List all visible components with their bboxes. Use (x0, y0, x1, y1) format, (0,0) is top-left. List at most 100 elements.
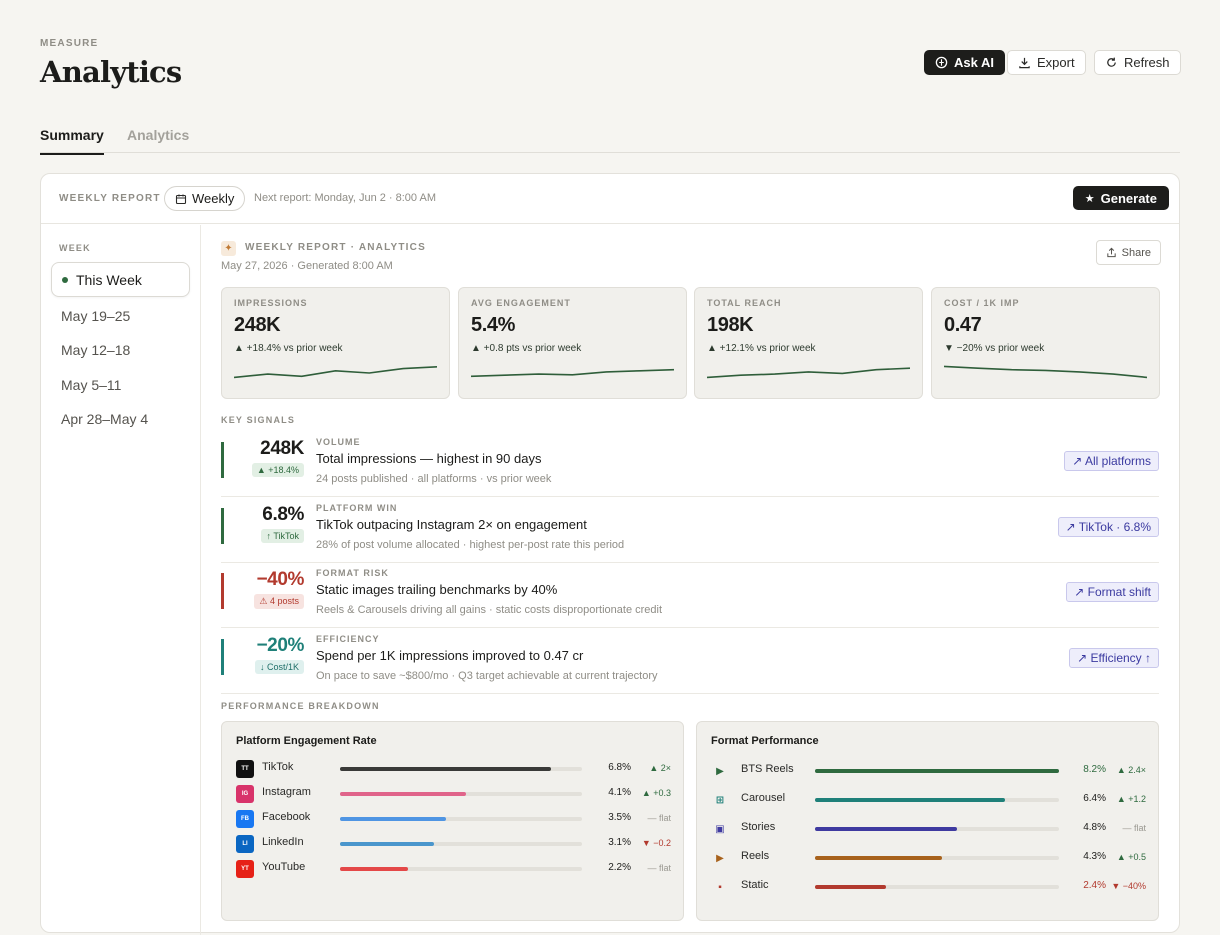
page-title: Analytics (40, 55, 182, 89)
format-performance-panel: Format Performance ▶ BTS Reels 8.2% ▲ 2.4× ⊞… (696, 721, 1159, 921)
weekly-report-card: WEEKLY REPORT Weekly Next report: Monday… (40, 173, 1180, 935)
platform-name: Instagram (262, 786, 311, 798)
share-button[interactable]: Share (1095, 240, 1161, 265)
format-bar (815, 885, 886, 889)
tab-analytics[interactable]: Analytics (127, 127, 189, 153)
kpi-label: TOTAL REACH (707, 298, 782, 308)
kpi-impressions: IMPRESSIONS 248K ▲ +18.4% vs prior week (221, 287, 450, 399)
platform-bar (340, 767, 551, 771)
kpi-cost-per-1k: COST / 1K IMP 0.47 ▼ −20% vs prior week (931, 287, 1160, 399)
format-bar-track (815, 885, 1059, 889)
format-bar (815, 769, 1059, 773)
generate-button[interactable]: ★ Generate (1072, 186, 1169, 210)
refresh-button[interactable]: Refresh (1094, 50, 1181, 75)
platform-bar-track (340, 767, 582, 771)
signal-accent-bar (221, 442, 224, 478)
kpi-sparkline (944, 365, 1147, 379)
report-date: May 27, 2026 · Generated 8:00 AM (221, 260, 393, 272)
week-label: Apr 28–May 4 (61, 410, 149, 427)
sparkline-line (234, 366, 437, 379)
signal-action-button[interactable]: ↗ Format shift (1066, 582, 1159, 602)
kpi-sparkline (707, 367, 910, 379)
signal-action-button[interactable]: ↗ Efficiency ↑ (1069, 647, 1159, 668)
week-item[interactable]: Apr 28–May 4 (51, 401, 190, 436)
next-report-text: Next report: Monday, Jun 2 · 8:00 AM (254, 192, 436, 204)
signal-row: −20% ↓ Cost/1K EFFICIENCY Spend per 1K impr… (221, 629, 1159, 694)
kpi-value: 0.47 (944, 314, 982, 336)
kpi-delta: ▼ −20% vs prior week (944, 343, 1045, 354)
report-toolbar: WEEKLY REPORT Weekly Next report: Monday… (41, 174, 1179, 224)
export-button[interactable]: Export (1007, 50, 1086, 75)
platform-row: FB Facebook 3.5% — flat (236, 808, 671, 830)
platform-bar (340, 867, 408, 871)
panel-title: Format Performance (711, 735, 819, 747)
format-icon: ▶ (716, 765, 724, 777)
platform-name: Facebook (262, 811, 311, 823)
kpi-sparkline (234, 366, 437, 379)
frequency-select[interactable]: Weekly (164, 186, 246, 211)
platform-name: YouTube (262, 861, 306, 873)
format-delta: ▲ +0.5 (1116, 852, 1146, 862)
platform-value: 3.5% (608, 812, 631, 823)
week-item[interactable]: May 12–18 (51, 332, 190, 367)
signal-accent-bar (221, 507, 224, 544)
sparkline-line (944, 365, 1147, 379)
week-item[interactable]: May 19–25 (51, 298, 190, 333)
platform-bar-track (340, 867, 582, 871)
format-name: BTS Reels (741, 763, 794, 775)
kpi-label: AVG ENGAGEMENT (471, 298, 571, 308)
signal-action-button[interactable]: ↗ All platforms (1064, 451, 1159, 471)
platform-value: 6.8% (608, 762, 631, 773)
format-icon: ⊞ (715, 794, 725, 806)
page-eyebrow: MEASURE (40, 38, 99, 49)
download-icon (1019, 57, 1030, 69)
format-name: Reels (741, 850, 770, 862)
week-item[interactable]: May 5–11 (51, 367, 190, 402)
key-signals-heading: KEY SIGNALS (221, 415, 296, 425)
share-label: Share (1121, 246, 1151, 259)
platform-value: 4.1% (608, 787, 631, 798)
platform-logo-icon: FB (236, 810, 254, 828)
format-name: Stories (741, 821, 776, 833)
ask-ai-button[interactable]: Ask AI (924, 50, 1005, 75)
platform-delta: ▼ −0.2 (641, 838, 671, 848)
signal-value: −40% (256, 569, 304, 590)
signal-row: −40% ⚠ 4 posts FORMAT RISK Static images tr… (221, 563, 1159, 628)
format-value: 4.3% (1083, 851, 1106, 862)
platform-bar (340, 817, 447, 821)
breakdown-heading: PERFORMANCE BREAKDOWN (221, 701, 380, 711)
week-label: This Week (76, 271, 142, 288)
platform-bar (340, 792, 466, 796)
platform-logo-icon: LI (236, 835, 254, 853)
week-sidebar: WEEK This Week May 19–25 May 12–18 May 5… (41, 225, 201, 935)
platform-bar-track (340, 792, 582, 796)
format-bar-track (815, 856, 1059, 860)
format-delta: ▲ +1.2 (1116, 794, 1146, 804)
platform-delta: ▲ 2× (649, 763, 671, 773)
report-bar-label: WEEKLY REPORT (59, 193, 161, 204)
kpi-label: COST / 1K IMP (944, 298, 1020, 308)
kpi-delta: ▲ +12.1% vs prior week (707, 343, 816, 354)
ask-ai-label: Ask AI (954, 55, 994, 70)
kpi-value: 5.4% (471, 314, 515, 336)
week-item-this-week[interactable]: This Week (51, 262, 190, 297)
tab-summary[interactable]: Summary (40, 127, 104, 155)
signal-accent-bar (221, 638, 224, 675)
kpi-sparkline (471, 368, 674, 378)
platform-row: TT TikTok 6.8% ▲ 2× (236, 758, 671, 780)
sparkline-line (707, 367, 910, 379)
week-heading: WEEK (59, 243, 91, 253)
format-icon: ▶ (716, 852, 724, 864)
platform-delta: — flat (647, 813, 671, 823)
signal-headline: Total impressions — highest in 90 days (316, 451, 542, 466)
signal-badge: ↑ TikTok (261, 528, 304, 543)
format-value: 4.8% (1083, 822, 1106, 833)
signal-action-button[interactable]: ↗ TikTok · 6.8% (1057, 516, 1159, 537)
signal-detail: 24 posts published · all platforms · vs … (316, 473, 552, 485)
star-icon: ★ (1084, 192, 1095, 205)
platform-logo-icon: YT (236, 860, 254, 878)
platform-row: LI LinkedIn 3.1% ▼ −0.2 (236, 833, 671, 855)
export-label: Export (1037, 55, 1075, 70)
signal-detail: Reels & Carousels driving all gains · st… (316, 604, 663, 616)
signal-badge: ⚠ 4 posts (254, 594, 304, 609)
